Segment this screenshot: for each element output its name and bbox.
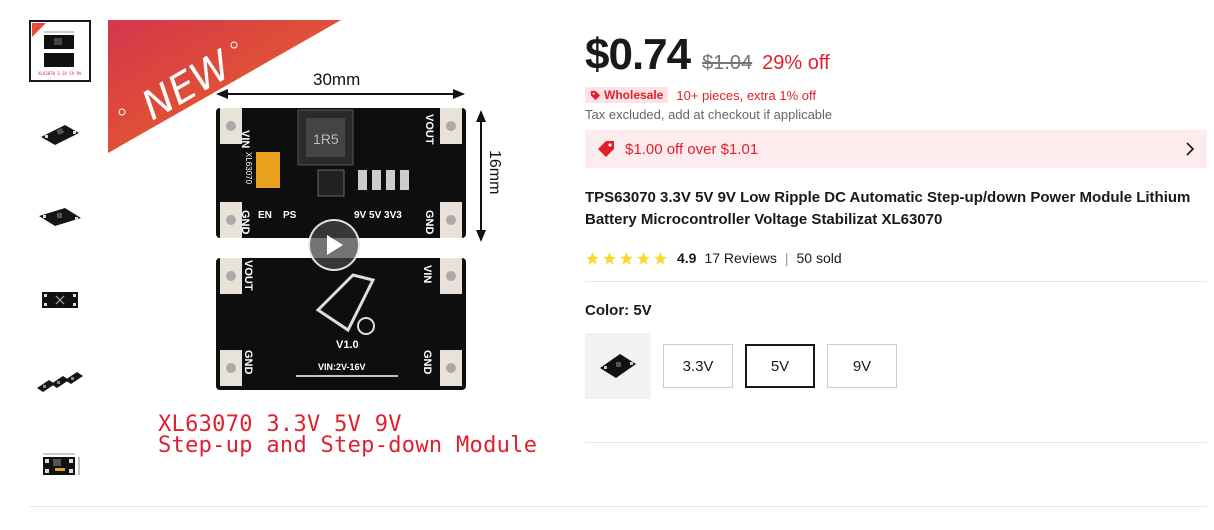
svg-text:VOUT: VOUT bbox=[242, 260, 254, 291]
star-rating bbox=[585, 251, 668, 266]
main-product-image[interactable]: NEW 30mm 16mm 1R5 VIN VOUT GND GND EN PS… bbox=[108, 20, 553, 470]
svg-text:EN: EN bbox=[258, 210, 272, 221]
svg-text:VIN: VIN bbox=[421, 265, 433, 283]
divider bbox=[585, 281, 1207, 282]
caption-line-1: XL63070 3.3V 5V 9V bbox=[158, 412, 402, 437]
wholesale-row: Wholesale 10+ pieces, extra 1% off bbox=[585, 86, 1207, 104]
svg-text:9V 5V 3V3: 9V 5V 3V3 bbox=[354, 210, 402, 221]
original-price: $1.04 bbox=[702, 52, 753, 74]
dimension-height: 16mm bbox=[486, 150, 503, 194]
svg-text:PS: PS bbox=[283, 210, 297, 221]
svg-text:GND: GND bbox=[242, 350, 254, 375]
color-swatch-image[interactable] bbox=[585, 333, 651, 399]
coupon-tag-icon bbox=[598, 141, 614, 157]
option-9v[interactable]: 9V bbox=[827, 344, 897, 388]
rating-separator: | bbox=[784, 250, 789, 266]
coupon-text: $1.00 off over $1.01 bbox=[625, 140, 759, 158]
current-price: $0.74 bbox=[585, 30, 691, 79]
option-3.3v[interactable]: 3.3V bbox=[663, 344, 733, 388]
thumbnail-5[interactable] bbox=[29, 352, 91, 414]
sold-count: 50 sold bbox=[796, 250, 842, 266]
dimension-width: 30mm bbox=[313, 70, 360, 89]
svg-text:GND: GND bbox=[239, 210, 251, 235]
divider-bottom-right bbox=[585, 442, 1207, 443]
svg-text:GND: GND bbox=[421, 350, 433, 375]
tax-note: Tax excluded, add at checkout if applica… bbox=[585, 107, 833, 122]
svg-text:1R5: 1R5 bbox=[313, 131, 339, 147]
reviews-link[interactable]: 17 Reviews bbox=[704, 250, 776, 266]
svg-text:XL63070: XL63070 bbox=[244, 152, 253, 185]
divider-page-bottom bbox=[29, 506, 1207, 507]
svg-text:VIN:2V-16V: VIN:2V-16V bbox=[318, 362, 366, 372]
svg-text:VIN: VIN bbox=[239, 130, 251, 148]
module-top-thumb-icon bbox=[42, 292, 78, 308]
play-icon bbox=[327, 235, 343, 255]
product-title: TPS63070 3.3V 5V 9V Low Ripple DC Automa… bbox=[585, 189, 1191, 228]
discount-label: 29% off bbox=[762, 52, 830, 74]
color-options: 3.3V 5V 9V bbox=[585, 333, 1207, 399]
thumbnail-1[interactable]: XL63070 3.3V 5V 9V bbox=[29, 20, 91, 82]
tag-icon bbox=[590, 90, 601, 100]
module-dimension-thumb-icon bbox=[43, 453, 80, 475]
star-icon bbox=[620, 251, 633, 264]
star-icon bbox=[603, 251, 616, 264]
caption-line-2: Step-up and Step-down Module bbox=[158, 433, 538, 458]
rating-score: 4.9 bbox=[677, 250, 697, 266]
svg-text:GND: GND bbox=[423, 210, 435, 235]
module-side-thumb-icon bbox=[39, 208, 81, 226]
chevron-right-icon bbox=[1186, 142, 1195, 156]
wholesale-badge-label: Wholesale bbox=[604, 88, 664, 102]
price-row: $0.74 $1.04 29% off bbox=[585, 30, 1207, 82]
svg-text:XL63070 3.3V 5V 9V: XL63070 3.3V 5V 9V bbox=[38, 71, 82, 76]
svg-text:V1.0: V1.0 bbox=[336, 339, 359, 351]
image-caption: XL63070 3.3V 5V 9V Step-up and Step-down… bbox=[158, 412, 538, 458]
star-icon bbox=[637, 251, 650, 264]
option-5v[interactable]: 5V bbox=[745, 344, 815, 388]
star-icon bbox=[654, 251, 667, 264]
module-angle-thumb-icon bbox=[41, 125, 79, 145]
color-label: Color: 5V bbox=[585, 302, 652, 319]
play-video-button[interactable] bbox=[308, 219, 360, 271]
wholesale-text: 10+ pieces, extra 1% off bbox=[676, 87, 816, 103]
board-dimensions-thumb-icon: XL63070 3.3V 5V 9V bbox=[32, 23, 82, 76]
product-info: $0.74 $1.04 29% off Wholesale 10+ pieces… bbox=[585, 30, 1207, 399]
thumbnail-4[interactable] bbox=[29, 269, 91, 331]
svg-text:VOUT: VOUT bbox=[423, 114, 435, 145]
coupon-banner[interactable]: $1.00 off over $1.01 bbox=[585, 130, 1207, 168]
thumbnail-2[interactable] bbox=[29, 103, 91, 165]
module-swatch-icon bbox=[600, 354, 636, 378]
thumbnail-list: XL63070 3.3V 5V 9V bbox=[29, 20, 93, 518]
rating-row: 4.9 17 Reviews | 50 sold bbox=[585, 249, 1207, 267]
module-three-thumb-icon bbox=[37, 372, 83, 392]
thumbnail-3[interactable] bbox=[29, 186, 91, 248]
thumbnail-6[interactable] bbox=[29, 435, 91, 497]
wholesale-badge[interactable]: Wholesale bbox=[585, 87, 669, 103]
star-icon bbox=[586, 251, 599, 264]
